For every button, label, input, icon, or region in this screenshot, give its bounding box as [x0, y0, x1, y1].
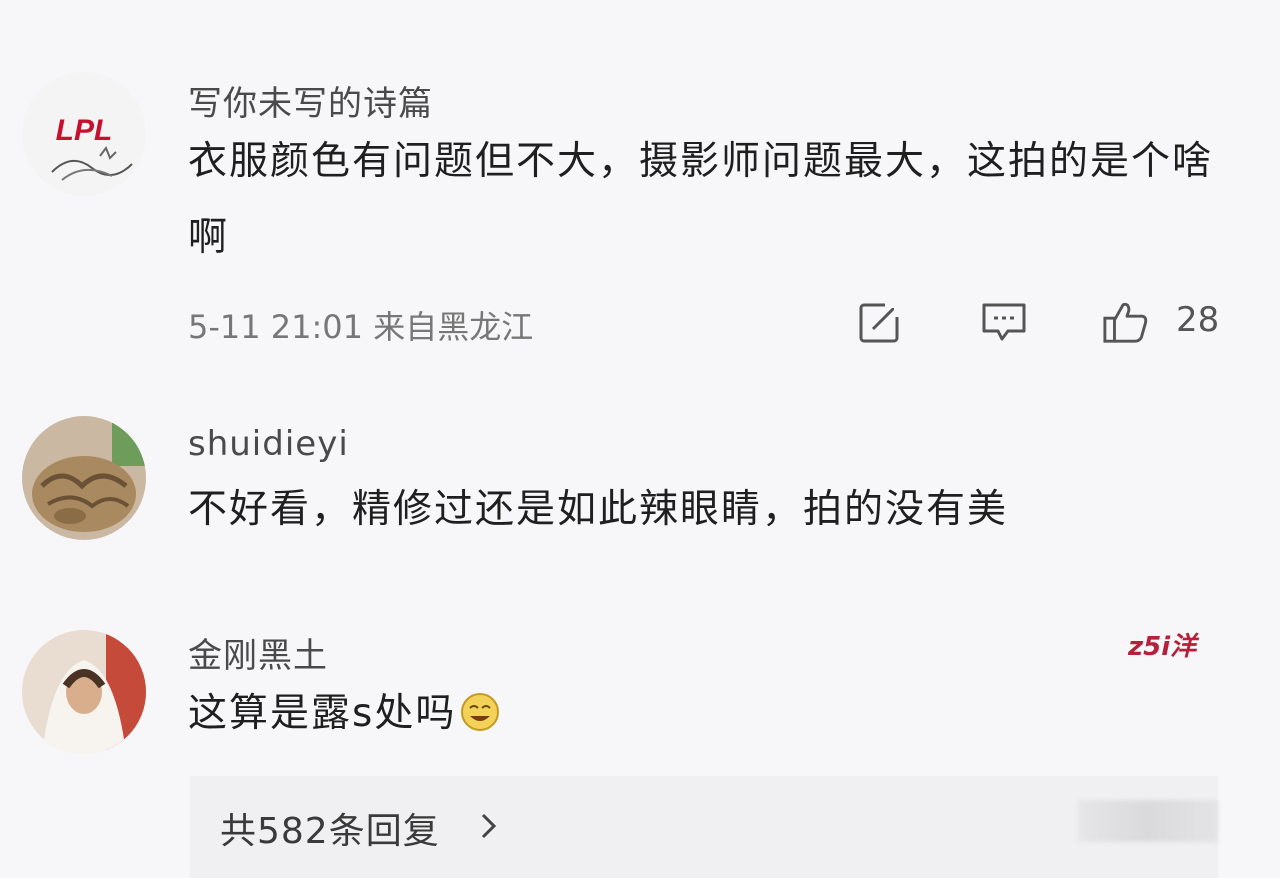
- chevron-right-icon: [480, 812, 498, 844]
- blurred-watermark: [1078, 800, 1218, 842]
- avatar[interactable]: [22, 630, 146, 754]
- comment-icon[interactable]: [980, 298, 1028, 346]
- share-icon[interactable]: [856, 298, 904, 346]
- comment-text: 不好看，精修过还是如此辣眼睛，拍的没有美: [188, 487, 1009, 532]
- comment-text: 这算是露s处吗: [188, 676, 1228, 752]
- username[interactable]: 金刚黑土: [188, 628, 328, 677]
- laughing-emoji-icon: [460, 682, 500, 731]
- avatar[interactable]: [22, 416, 146, 540]
- username[interactable]: shuidieyi: [188, 424, 349, 464]
- like-count: 28: [1176, 300, 1220, 340]
- comment-meta: 5-11 21:01 来自黑龙江: [188, 308, 534, 346]
- avatar[interactable]: LPL: [22, 72, 146, 196]
- avatar-logo-text: LPL: [56, 114, 113, 147]
- username[interactable]: 写你未写的诗篇: [188, 76, 433, 125]
- view-replies-button[interactable]: 共582条回复: [190, 776, 1218, 878]
- comment-text: 衣服颜色有问题但不大，摄影师问题最大，这拍的是个啥啊: [188, 139, 1214, 260]
- user-badge: z5i洋: [1128, 632, 1197, 662]
- comment-text-content: 这算是露s处吗: [188, 691, 457, 736]
- like-icon[interactable]: [1102, 298, 1150, 346]
- reply-count-label: 共582条回复: [220, 811, 440, 852]
